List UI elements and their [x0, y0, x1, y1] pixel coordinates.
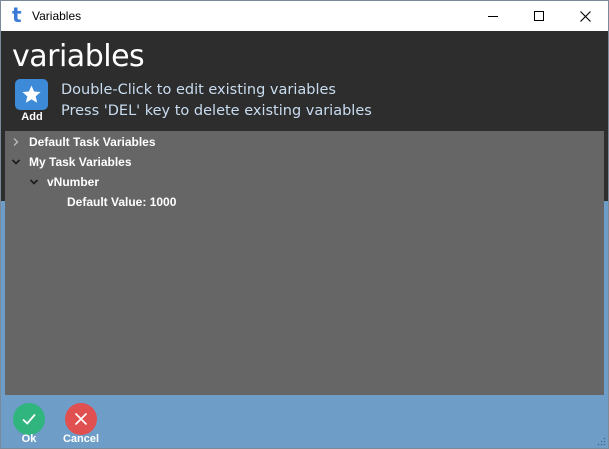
app-logo-icon: t — [12, 3, 22, 27]
ok-button[interactable]: Ok — [5, 403, 53, 447]
maximize-icon — [534, 11, 544, 21]
tree-node-label: My Task Variables — [29, 155, 132, 169]
instruction-delete: Press 'DEL' key to delete existing varia… — [61, 103, 372, 119]
tree-node-label: Default Task Variables — [29, 135, 156, 149]
tree-node-label: vNumber — [47, 175, 100, 189]
chevron-right-icon[interactable] — [11, 137, 21, 147]
window-title: Variables — [32, 9, 82, 23]
close-button[interactable] — [562, 1, 608, 31]
add-label: Add — [21, 111, 43, 123]
tree-node-label: Default Value: 1000 — [67, 195, 177, 209]
add-variable-button[interactable]: Add — [13, 79, 51, 125]
chevron-down-icon[interactable] — [29, 177, 39, 187]
chevron-down-icon[interactable] — [11, 157, 21, 167]
star-icon — [15, 79, 48, 110]
tree-node-my-task-variables[interactable]: My Task Variables — [11, 153, 132, 171]
ok-label: Ok — [21, 433, 37, 445]
variables-tree[interactable]: Default Task Variables My Task Variables… — [5, 131, 604, 395]
resize-grip-icon[interactable] — [596, 436, 606, 446]
page-title: variables — [12, 39, 145, 74]
tree-node-vnumber[interactable]: vNumber — [29, 173, 99, 191]
tree-node-default-task-variables[interactable]: Default Task Variables — [11, 133, 156, 151]
minimize-button[interactable] — [470, 1, 516, 31]
cancel-button[interactable]: Cancel — [57, 403, 105, 447]
title-bar[interactable]: t Variables — [1, 1, 608, 31]
check-icon — [13, 403, 45, 435]
variables-window: t Variables variables Add Double-Click t… — [0, 0, 609, 449]
cancel-label: Cancel — [62, 433, 100, 445]
tree-node-default-value[interactable]: Default Value: 1000 — [67, 193, 176, 211]
cross-icon — [65, 403, 97, 435]
maximize-button[interactable] — [516, 1, 562, 31]
close-icon — [579, 10, 591, 22]
minimize-icon — [488, 15, 498, 17]
instruction-edit: Double-Click to edit existing variables — [61, 82, 336, 98]
